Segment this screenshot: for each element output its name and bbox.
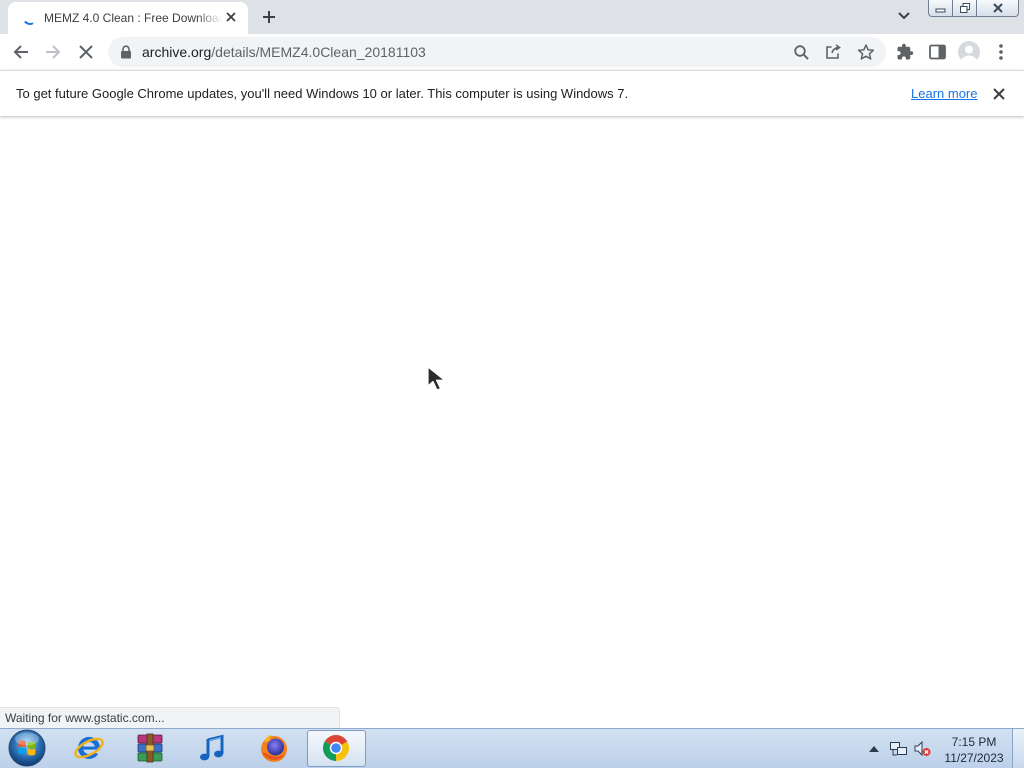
taskbar: 7:15 PM 11/27/2023 bbox=[0, 728, 1024, 768]
loading-spinner-icon bbox=[22, 10, 38, 26]
tab-active[interactable]: MEMZ 4.0 Clean : Free Download bbox=[8, 2, 248, 34]
lock-icon[interactable] bbox=[120, 45, 132, 59]
tab-close-icon[interactable] bbox=[226, 12, 236, 22]
tab-strip: MEMZ 4.0 Clean : Free Download bbox=[0, 0, 1024, 34]
back-arrow-icon[interactable] bbox=[13, 44, 29, 60]
clock-time: 7:15 PM bbox=[951, 735, 997, 749]
profile-avatar-icon[interactable] bbox=[958, 41, 980, 63]
system-clock[interactable]: 7:15 PM 11/27/2023 bbox=[938, 734, 1010, 766]
more-menu-icon[interactable] bbox=[999, 44, 1003, 60]
firefox-icon[interactable] bbox=[258, 732, 290, 764]
share-icon[interactable] bbox=[825, 44, 841, 60]
tab-title: MEMZ 4.0 Clean : Free Download bbox=[44, 11, 222, 25]
url-text[interactable]: archive.org/details/MEMZ4.0Clean_2018110… bbox=[142, 44, 426, 60]
mouse-cursor-icon bbox=[427, 366, 451, 392]
url-host: archive.org bbox=[142, 44, 212, 60]
extensions-puzzle-icon[interactable] bbox=[896, 43, 914, 61]
window-close-icon bbox=[993, 3, 1003, 13]
tab-search-chevron-icon[interactable] bbox=[898, 12, 910, 20]
infobar-message: To get future Google Chrome updates, you… bbox=[16, 86, 629, 101]
side-panel-icon[interactable] bbox=[929, 44, 946, 60]
search-icon[interactable] bbox=[794, 45, 809, 60]
winrar-icon[interactable] bbox=[134, 732, 166, 764]
learn-more-link[interactable]: Learn more bbox=[911, 86, 977, 101]
volume-muted-icon[interactable] bbox=[914, 740, 931, 757]
stop-loading-icon[interactable] bbox=[79, 45, 93, 59]
clock-date: 11/27/2023 bbox=[944, 751, 1004, 765]
url-path: /details/MEMZ4.0Clean_20181103 bbox=[211, 44, 426, 60]
minimize-button[interactable] bbox=[928, 0, 953, 17]
forward-arrow-icon[interactable] bbox=[45, 44, 61, 60]
star-icon[interactable] bbox=[857, 44, 875, 60]
infobar-close-icon[interactable] bbox=[993, 88, 1005, 100]
chrome-icon[interactable] bbox=[320, 732, 352, 764]
show-desktop-button[interactable] bbox=[1012, 729, 1024, 768]
minimize-icon bbox=[935, 8, 946, 13]
restore-icon bbox=[960, 3, 970, 13]
show-hidden-icons-arrow-icon[interactable] bbox=[869, 746, 879, 752]
status-bubble: Waiting for www.gstatic.com... bbox=[0, 707, 340, 728]
internet-explorer-icon[interactable] bbox=[73, 732, 105, 764]
restore-button[interactable] bbox=[952, 0, 977, 17]
music-note-icon[interactable] bbox=[196, 732, 228, 764]
update-infobar: To get future Google Chrome updates, you… bbox=[0, 70, 1024, 116]
window-close-button[interactable] bbox=[976, 0, 1019, 17]
page-content bbox=[0, 116, 1024, 728]
windows-start-orb-icon[interactable] bbox=[8, 729, 46, 767]
network-icon[interactable] bbox=[890, 741, 907, 757]
new-tab-icon[interactable] bbox=[263, 11, 275, 23]
